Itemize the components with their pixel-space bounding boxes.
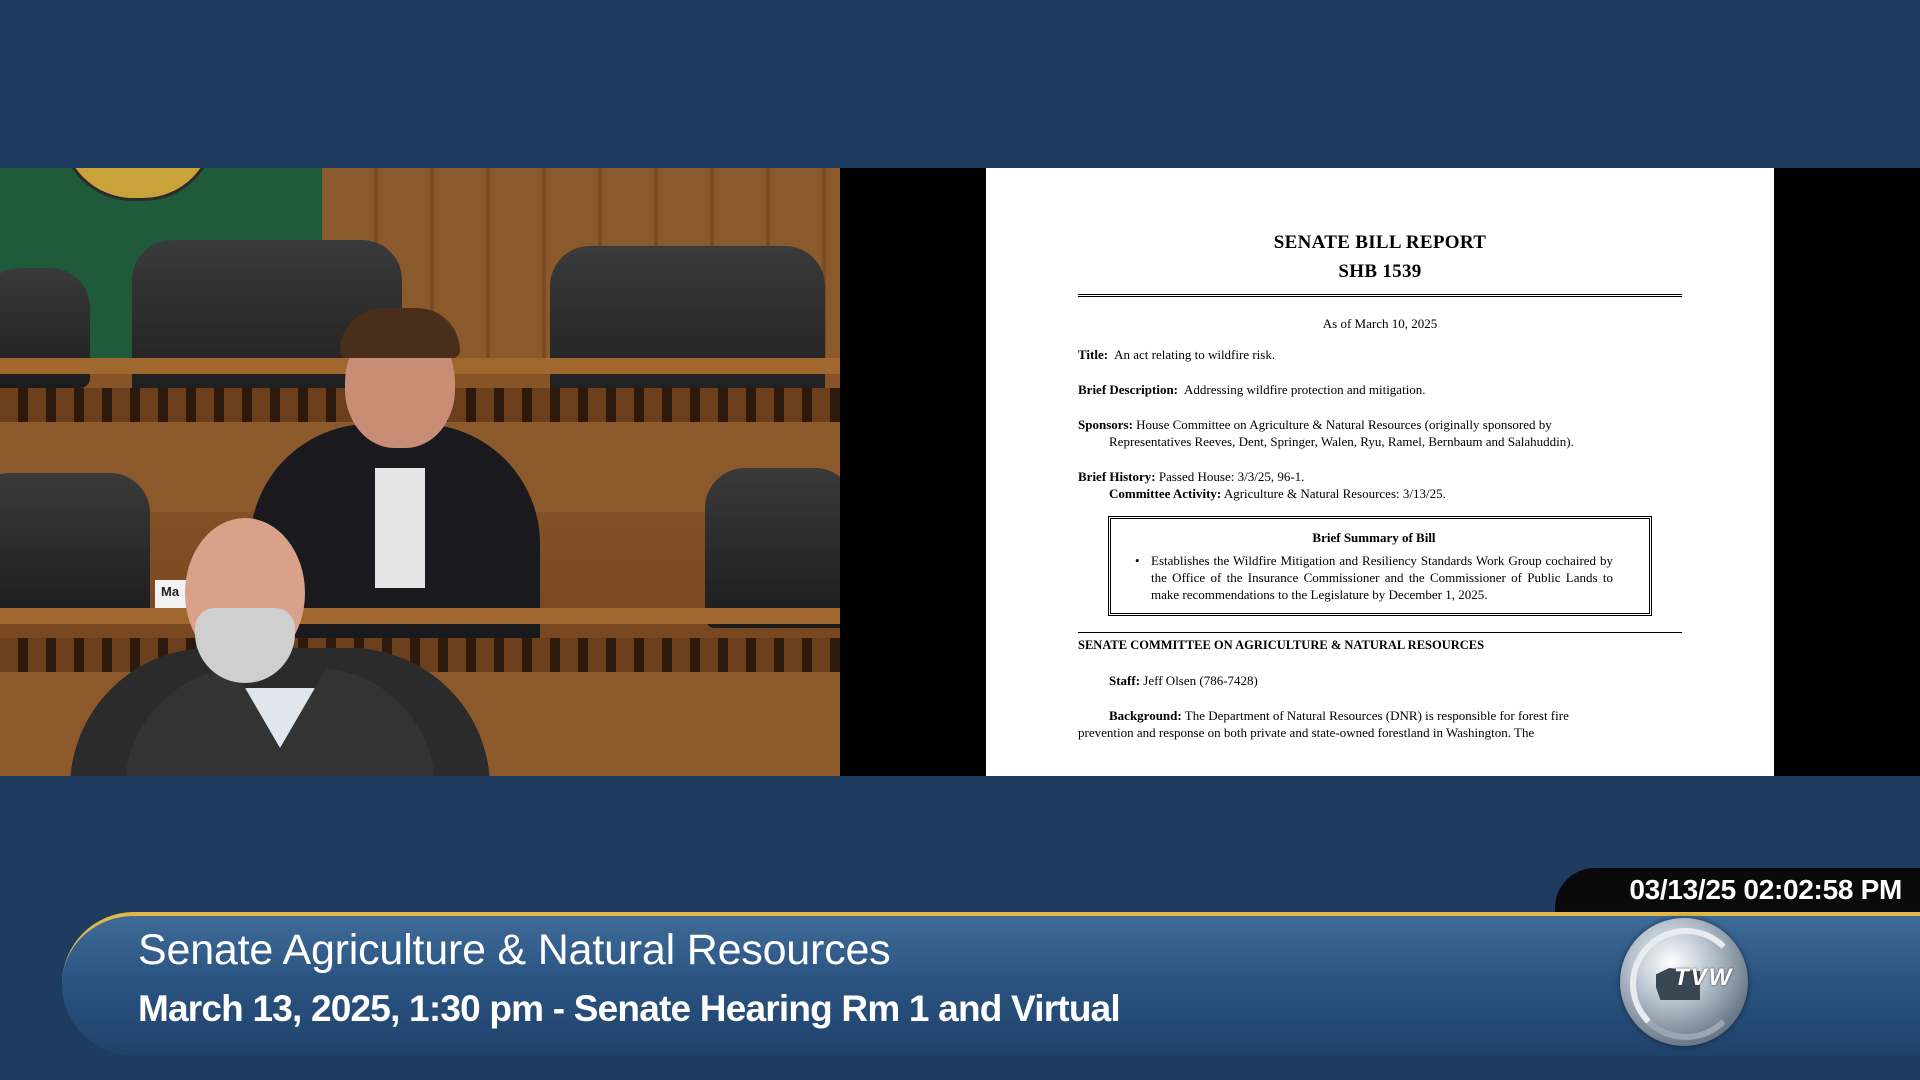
doc-title-line1: SENATE BILL REPORT [1273,232,1487,253]
doc-title-line2: SHB 1539 [1338,261,1422,282]
doc-brief-description: Brief Description: Addressing wildfire pr… [1078,381,1682,398]
doc-background: Background: The Department of Natural Re… [1078,707,1682,741]
title-value: An act relating to wildfire risk. [1114,347,1276,362]
background-label: Background: [1109,708,1182,723]
doc-title-field: Title: An act relating to wildfire risk. [1078,346,1682,363]
brief-description-value: Addressing wildfire protection and mitig… [1184,382,1426,397]
brief-summary-box: Brief Summary of Bill Establishes the Wi… [1108,516,1652,616]
doc-staff: Staff: Jeff Olsen (786-7428) [1078,672,1682,689]
doc-divider [1078,632,1682,633]
staff-value: Jeff Olsen (786-7428) [1143,673,1258,688]
staff-label: Staff: [1109,673,1141,688]
hearing-title: Senate Agriculture & Natural Resources [138,926,891,974]
committee-activity-value: Agriculture & Natural Resources: 3/13/25… [1223,486,1446,501]
title-label: Title: [1078,347,1109,362]
committee-activity-label: Committee Activity: [1109,486,1222,501]
person-shirt [375,468,425,588]
background-text-2: prevention and response on both private … [1078,725,1535,740]
background-text-1: The Department of Natural Resources (DNR… [1184,708,1569,723]
person-hair [340,308,460,358]
hearing-subtitle: March 13, 2025, 1:30 pm - Senate Hearing… [138,988,1121,1029]
state-seal [60,168,216,201]
summary-text: Establishes the Wildfire Mitigation and … [1135,552,1613,603]
doc-brief-history: Brief History: Passed House: 3/3/25, 96-… [1078,468,1682,502]
doc-divider [1078,294,1682,297]
history-value: Passed House: 3/3/25, 96-1. [1158,469,1305,484]
bill-report-page: SENATE BILL REPORT SHB 1539 As of March … [986,168,1774,776]
committee-heading: SENATE COMMITTEE ON AGRICULTURE & NATURA… [1078,638,1485,652]
sponsors-label: Sponsors: [1078,417,1133,432]
doc-sponsors: Sponsors: House Committee on Agriculture… [1078,416,1682,450]
tvw-logo: TVW [1620,918,1748,1046]
brief-description-label: Brief Description: [1078,382,1179,397]
top-band [0,0,1920,168]
doc-as-of: As of March 10, 2025 [1322,316,1438,331]
timestamp-bar: 03/13/25 02:02:58 PM [1555,868,1920,912]
timestamp: 03/13/25 02:02:58 PM [1629,874,1902,905]
document-panel: SENATE BILL REPORT SHB 1539 As of March … [840,168,1920,776]
camera-feed: Ma [0,168,840,776]
logo-text: TVW [1674,964,1734,991]
chair [0,473,150,623]
summary-heading: Brief Summary of Bill [1312,530,1436,545]
history-label: Brief History: [1078,469,1156,484]
sponsors-value-2: Representatives Reeves, Dent, Springer, … [1109,434,1574,449]
sponsors-value-1: House Committee on Agriculture & Natural… [1136,417,1552,432]
chair [705,468,840,628]
front-desk-ledge [0,608,840,624]
